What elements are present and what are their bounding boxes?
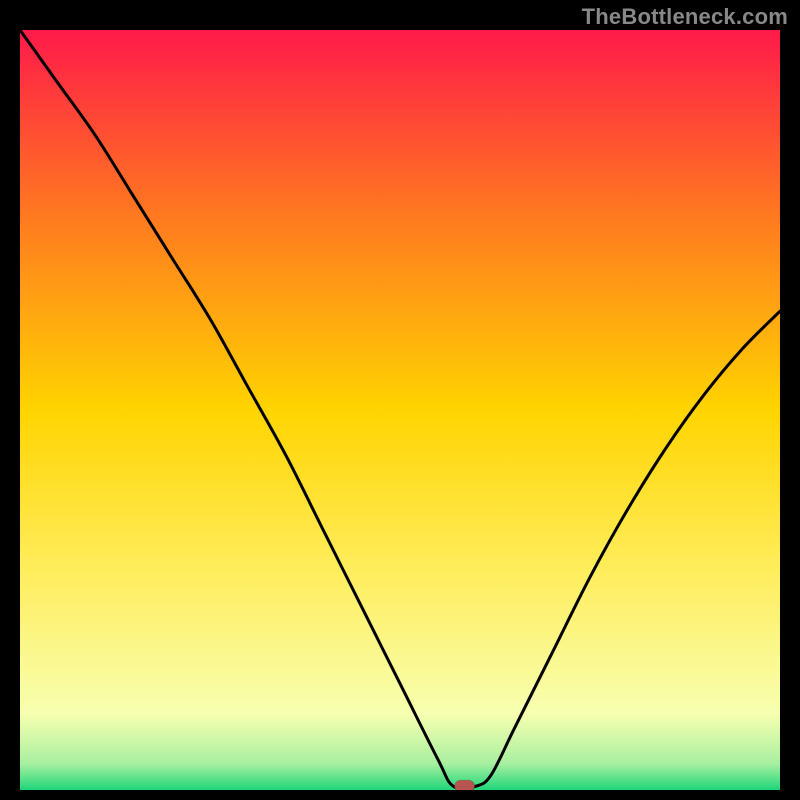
chart-frame: TheBottleneck.com xyxy=(0,0,800,800)
optimal-marker xyxy=(455,780,475,790)
chart-svg xyxy=(20,30,780,790)
watermark-text: TheBottleneck.com xyxy=(582,4,788,30)
gradient-background xyxy=(20,30,780,790)
chart-plot-area xyxy=(20,30,780,790)
